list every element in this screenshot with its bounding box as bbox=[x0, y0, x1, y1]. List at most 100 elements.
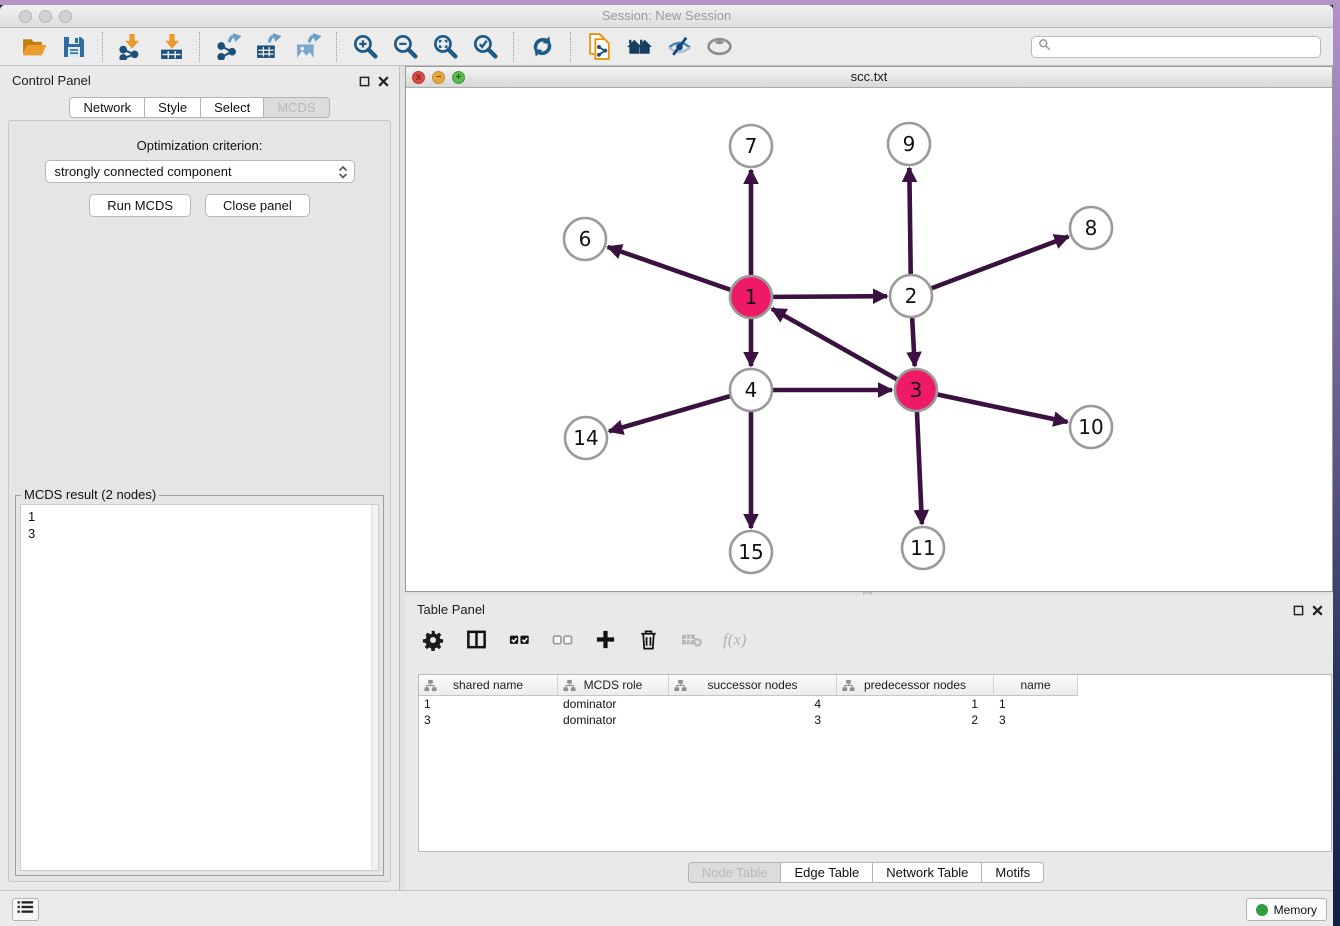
table-row-1[interactable]: 3dominator323 bbox=[419, 712, 1331, 728]
window-close-button[interactable] bbox=[19, 10, 32, 23]
network-frame-titlebar: x − + scc.txt bbox=[406, 67, 1332, 88]
column-header-name[interactable]: name bbox=[994, 675, 1078, 696]
task-history-button[interactable] bbox=[12, 898, 39, 921]
graph-edge-2-3[interactable] bbox=[912, 318, 915, 366]
column-header-MCDS-role[interactable]: MCDS role bbox=[558, 675, 669, 696]
first-neighbors-button[interactable] bbox=[619, 31, 659, 63]
show-columns-button[interactable] bbox=[462, 628, 490, 656]
zoom-selected-button[interactable] bbox=[465, 31, 505, 63]
table-tab-edge-table[interactable]: Edge Table bbox=[781, 862, 873, 883]
graph-node-10[interactable]: 10 bbox=[1070, 406, 1112, 448]
delete-rows-button[interactable] bbox=[634, 628, 662, 656]
show-graphics-details-button[interactable] bbox=[699, 31, 739, 63]
graph-node-label: 14 bbox=[573, 426, 598, 450]
tab-mcds[interactable]: MCDS bbox=[264, 97, 329, 118]
graph-node-9[interactable]: 9 bbox=[888, 123, 930, 165]
graph-node-6[interactable]: 6 bbox=[564, 218, 606, 260]
open-session-button[interactable] bbox=[14, 31, 54, 63]
table-tab-network-table[interactable]: Network Table bbox=[873, 862, 982, 883]
table-cell[interactable]: dominator bbox=[558, 696, 669, 712]
apply-layout-button[interactable] bbox=[522, 31, 562, 63]
window-title: Session: New Session bbox=[0, 5, 1333, 27]
graph-edge-3-1[interactable] bbox=[772, 309, 897, 379]
table-tab-motifs[interactable]: Motifs bbox=[982, 862, 1044, 883]
tab-style[interactable]: Style bbox=[145, 97, 201, 118]
import-network-button[interactable] bbox=[111, 31, 151, 63]
deselect-all-rows-button[interactable] bbox=[548, 628, 576, 656]
graph-edge-4-14[interactable] bbox=[609, 396, 730, 431]
column-header-predecessor-nodes[interactable]: predecessor nodes bbox=[837, 675, 994, 696]
result-scrollbar[interactable] bbox=[371, 505, 378, 870]
tab-select[interactable]: Select bbox=[201, 97, 264, 118]
network-canvas[interactable]: 7 9 6 8 1 2 4 3 14 10 15 11 bbox=[406, 88, 1332, 591]
table-row-0[interactable]: 1dominator411 bbox=[419, 696, 1331, 712]
export-network-button[interactable] bbox=[208, 31, 248, 63]
mcds-result-title: MCDS result (2 nodes) bbox=[21, 487, 159, 502]
show-columns-icon bbox=[465, 628, 488, 656]
table-cell[interactable]: 3 bbox=[419, 712, 558, 728]
graph-node-2[interactable]: 2 bbox=[890, 275, 932, 317]
network-frame-minimize-button[interactable]: − bbox=[432, 71, 445, 84]
graph-node-15[interactable]: 15 bbox=[730, 531, 772, 573]
table-cell[interactable]: 3 bbox=[994, 712, 1078, 728]
network-frame-maximize-button[interactable]: + bbox=[452, 71, 465, 84]
table-tab-node-table[interactable]: Node Table bbox=[688, 862, 782, 883]
table-cell[interactable]: 2 bbox=[837, 712, 994, 728]
window-minimize-button[interactable] bbox=[39, 10, 52, 23]
graph-node-1[interactable]: 1 bbox=[730, 276, 772, 318]
network-frame-close-button[interactable]: x bbox=[412, 71, 425, 84]
export-image-button[interactable] bbox=[288, 31, 328, 63]
control-panel-close-button[interactable] bbox=[378, 74, 389, 92]
table-cell[interactable]: 4 bbox=[669, 696, 837, 712]
table-options-button[interactable] bbox=[419, 628, 447, 656]
apply-layout-icon bbox=[529, 33, 556, 60]
table-cell[interactable]: 1 bbox=[994, 696, 1078, 712]
criterion-dropdown[interactable]: strongly connected component bbox=[45, 160, 355, 183]
memory-button[interactable]: Memory bbox=[1246, 898, 1327, 921]
table-cell[interactable]: 1 bbox=[419, 696, 558, 712]
zoom-in-button[interactable] bbox=[345, 31, 385, 63]
close-panel-button[interactable]: Close panel bbox=[205, 194, 310, 217]
run-mcds-button[interactable]: Run MCDS bbox=[89, 194, 191, 217]
add-row-button[interactable] bbox=[591, 628, 619, 656]
graph-node-11[interactable]: 11 bbox=[902, 527, 944, 569]
graph-node-7[interactable]: 7 bbox=[730, 125, 772, 167]
select-all-rows-button[interactable] bbox=[505, 628, 533, 656]
table-cell[interactable]: 3 bbox=[669, 712, 837, 728]
hide-graphics-details-icon bbox=[666, 33, 693, 60]
graph-node-4[interactable]: 4 bbox=[730, 369, 772, 411]
graph-edge-1-2[interactable] bbox=[773, 296, 887, 297]
graph-edge-3-11[interactable] bbox=[917, 412, 922, 524]
export-table-icon bbox=[255, 33, 282, 60]
table-cell[interactable]: dominator bbox=[558, 712, 669, 728]
tab-network[interactable]: Network bbox=[69, 97, 145, 118]
zoom-fit-button[interactable] bbox=[425, 31, 465, 63]
table-cell[interactable]: 1 bbox=[837, 696, 994, 712]
export-table-button[interactable] bbox=[248, 31, 288, 63]
delete-table-button bbox=[677, 628, 705, 656]
graph-node-3[interactable]: 3 bbox=[895, 369, 937, 411]
hide-graphics-details-button[interactable] bbox=[659, 31, 699, 63]
search-box[interactable] bbox=[1031, 36, 1321, 58]
duplicate-network-button[interactable] bbox=[579, 31, 619, 63]
column-header-shared-name[interactable]: shared name bbox=[419, 675, 558, 696]
graph-edge-2-9[interactable] bbox=[909, 168, 910, 274]
table-panel-float-button[interactable] bbox=[1293, 603, 1304, 621]
zoom-out-button[interactable] bbox=[385, 31, 425, 63]
control-panel-tabs: NetworkStyleSelectMCDS bbox=[0, 97, 399, 118]
import-table-button[interactable] bbox=[151, 31, 191, 63]
search-input[interactable] bbox=[1055, 38, 1320, 56]
window-zoom-button[interactable] bbox=[59, 10, 72, 23]
graph-edge-3-10[interactable] bbox=[938, 395, 1068, 422]
table-panel-close-button[interactable] bbox=[1312, 603, 1323, 621]
graph-node-14[interactable]: 14 bbox=[565, 417, 607, 459]
mcds-result-text[interactable]: 1 3 bbox=[20, 504, 379, 871]
table-panel: Table Panel f(x) shared nameMCDS rolesuc… bbox=[405, 595, 1333, 890]
save-session-button[interactable] bbox=[54, 31, 94, 63]
column-tree-icon bbox=[674, 679, 687, 695]
control-panel-float-button[interactable] bbox=[359, 74, 370, 92]
column-header-successor-nodes[interactable]: successor nodes bbox=[669, 675, 837, 696]
graph-edge-2-8[interactable] bbox=[932, 236, 1069, 288]
graph-edge-1-6[interactable] bbox=[608, 247, 731, 290]
graph-node-8[interactable]: 8 bbox=[1070, 207, 1112, 249]
